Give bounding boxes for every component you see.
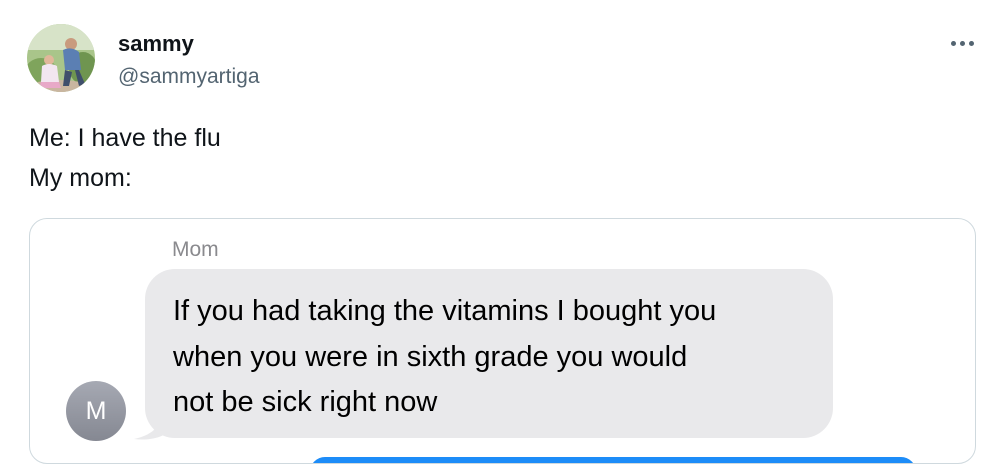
- author-avatar[interactable]: [27, 24, 95, 92]
- more-options-icon[interactable]: [942, 30, 982, 56]
- more-dot: [969, 41, 974, 46]
- message-text-line: If you had taking the vitamins I bought …: [173, 295, 717, 327]
- author-handle[interactable]: @sammyartiga: [118, 64, 260, 90]
- tweet-text-line: Me: I have the flu: [29, 124, 221, 152]
- author-display-name[interactable]: sammy: [118, 30, 194, 58]
- tweet-media-card[interactable]: Mom M If you had taking the vitamins I b…: [29, 218, 976, 464]
- message-text-line: not be sick right now: [173, 386, 438, 418]
- contact-avatar: M: [66, 381, 126, 441]
- avatar-photo: [27, 24, 95, 92]
- more-dot: [951, 41, 956, 46]
- message-sender-name: Mom: [172, 238, 219, 261]
- sent-message-bubble-edge: [310, 457, 916, 463]
- more-dot: [960, 41, 965, 46]
- contact-initial: M: [85, 397, 107, 425]
- received-message-bubble: If you had taking the vitamins I bought …: [145, 269, 833, 438]
- tweet-text-line: My mom:: [29, 164, 132, 192]
- message-text-line: when you were in sixth grade you would: [173, 341, 688, 373]
